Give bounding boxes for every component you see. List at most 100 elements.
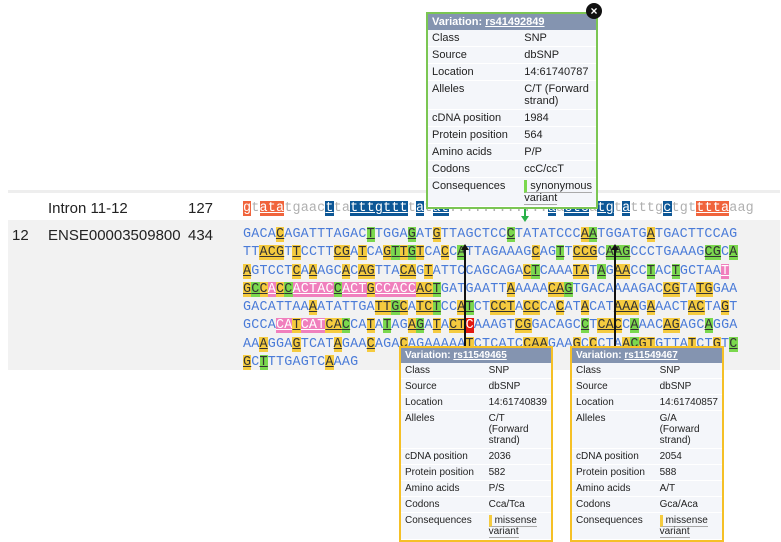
variant-base-highlight[interactable]: C <box>259 281 268 297</box>
variant-base-highlight[interactable]: ACG <box>259 245 285 261</box>
variant-base-highlight[interactable]: G <box>564 281 573 297</box>
variant-base-highlight[interactable]: T <box>465 300 474 316</box>
variant-base-highlight[interactable]: T <box>646 263 656 279</box>
variant-base-highlight[interactable]: T <box>259 355 268 371</box>
variant-base-highlight[interactable]: CCT <box>490 300 515 316</box>
variant-base-highlight[interactable]: C <box>440 245 450 261</box>
variant-base-highlight[interactable]: ACT <box>341 281 367 297</box>
variant-base-highlight[interactable]: CA <box>275 318 293 334</box>
variant-base-highlight[interactable]: A <box>580 300 590 316</box>
consequence-link[interactable]: synonymous variant <box>524 180 592 205</box>
variant-base-highlight[interactable]: C <box>292 263 301 279</box>
variant-id-link[interactable]: rs11549465 <box>453 350 506 361</box>
variant-base-highlight[interactable]: c <box>663 201 672 216</box>
variant-base-highlight[interactable]: C <box>276 281 285 297</box>
consequence-link[interactable]: missense variant <box>488 515 537 538</box>
variant-base-highlight[interactable]: A <box>646 300 656 316</box>
variant-base-highlight[interactable]: CG <box>333 245 351 261</box>
variant-base-highlight[interactable]: A <box>580 227 590 242</box>
variant-base-highlight[interactable]: A <box>333 336 342 352</box>
variant-base-highlight[interactable]: T <box>424 263 433 279</box>
variant-base-highlight[interactable]: C <box>399 300 408 316</box>
consequence-link[interactable]: missense variant <box>659 515 708 538</box>
variant-base-highlight[interactable]: T <box>432 300 441 316</box>
variant-base-highlight[interactable]: A <box>646 227 655 242</box>
variant-base-highlight[interactable]: C <box>284 281 293 297</box>
variant-base-highlight[interactable]: CCACC <box>374 281 417 297</box>
variant-base-highlight[interactable]: C <box>465 318 474 334</box>
close-icon[interactable]: × <box>586 3 602 19</box>
variant-base-highlight[interactable]: CG <box>515 318 532 334</box>
variant-base-highlight[interactable]: ttta <box>696 201 730 216</box>
variant-base-highlight[interactable]: T <box>432 281 441 297</box>
variant-base-highlight[interactable]: T <box>432 318 441 334</box>
variant-base-highlight[interactable]: C <box>251 281 260 297</box>
variant-base-highlight[interactable]: G <box>407 227 417 242</box>
variant-base-highlight[interactable]: ACTAC <box>292 281 334 297</box>
variant-base-highlight[interactable]: T <box>721 263 730 279</box>
variant-base-highlight[interactable]: CAT <box>300 318 326 334</box>
variant-base-highlight[interactable]: T <box>391 245 400 261</box>
variant-base-highlight[interactable]: CCG <box>572 245 598 261</box>
variant-base-highlight[interactable]: G <box>391 300 400 316</box>
variant-base-highlight[interactable]: CC <box>523 300 540 316</box>
variant-base-highlight[interactable]: C <box>506 227 515 242</box>
variant-base-highlight[interactable]: C <box>729 336 738 352</box>
variant-base-highlight[interactable]: A <box>267 281 276 297</box>
variant-base-highlight[interactable]: A <box>506 281 515 297</box>
variant-base-highlight[interactable]: ata <box>259 201 285 216</box>
variant-base-highlight[interactable]: tttgttt <box>350 201 408 216</box>
variant-base-highlight[interactable]: G <box>292 336 301 352</box>
variant-base-highlight[interactable]: G <box>407 245 417 261</box>
variant-base-highlight[interactable]: T <box>531 263 540 279</box>
variant-base-highlight[interactable]: G <box>366 281 375 297</box>
variant-base-highlight[interactable]: CG <box>704 245 722 261</box>
variant-base-highlight[interactable]: CA <box>325 318 342 334</box>
variant-id-link[interactable]: rs41492849 <box>485 16 544 28</box>
variant-base-highlight[interactable]: A <box>325 355 334 371</box>
variant-base-highlight[interactable]: G <box>243 281 252 297</box>
variant-base-highlight[interactable]: AC <box>416 281 433 297</box>
variant-base-highlight[interactable]: A <box>407 318 417 334</box>
variant-base-highlight[interactable]: A <box>243 263 252 279</box>
variant-base-highlight[interactable]: C <box>275 227 285 242</box>
variant-base-highlight[interactable]: CA <box>547 281 565 297</box>
variant-base-highlight[interactable]: A <box>308 263 318 279</box>
variant-base-highlight[interactable]: T <box>399 245 408 261</box>
variant-base-highlight[interactable]: A <box>729 245 738 261</box>
variant-id-link[interactable]: rs11549467 <box>624 350 677 361</box>
variant-base-highlight[interactable]: AG <box>663 318 680 334</box>
variant-base-highlight[interactable]: tg <box>597 201 614 216</box>
variant-base-highlight[interactable]: CA <box>399 263 417 279</box>
variant-base-highlight[interactable]: TG <box>696 281 713 297</box>
variant-base-highlight[interactable]: TA <box>572 263 590 279</box>
variant-base-highlight[interactable]: A <box>704 318 713 334</box>
variant-base-highlight[interactable]: AG <box>358 263 375 279</box>
variant-base-highlight[interactable]: TC <box>416 300 433 316</box>
variant-base-highlight[interactable]: AC <box>688 300 705 316</box>
variant-base-highlight[interactable]: T <box>366 318 375 334</box>
variant-base-highlight[interactable]: C <box>366 336 375 352</box>
variant-base-highlight[interactable]: A <box>341 263 351 279</box>
variant-base-highlight[interactable]: g <box>243 201 252 216</box>
variant-base-highlight[interactable]: T <box>366 227 375 242</box>
variant-base-highlight[interactable]: AAA <box>613 300 639 316</box>
variant-base-highlight[interactable]: A <box>630 318 639 334</box>
variant-base-highlight[interactable]: T <box>358 245 367 261</box>
variant-base-highlight[interactable]: A <box>597 263 606 279</box>
variant-base-highlight[interactable]: A <box>308 300 318 316</box>
variant-base-highlight[interactable]: C <box>531 245 540 261</box>
variant-base-highlight[interactable]: C <box>341 318 351 334</box>
variant-base-highlight[interactable]: CAC <box>597 318 623 334</box>
variant-base-highlight[interactable]: G <box>432 227 441 242</box>
variant-base-highlight[interactable]: C <box>333 281 342 297</box>
variant-base-highlight[interactable]: G <box>243 355 252 371</box>
variant-base-highlight[interactable]: C <box>580 318 590 334</box>
variant-base-highlight[interactable]: T <box>292 318 301 334</box>
variant-base-highlight[interactable]: CG <box>663 281 680 297</box>
variant-base-highlight[interactable]: t <box>325 201 334 216</box>
variant-base-highlight[interactable]: TT <box>374 300 392 316</box>
variant-base-highlight[interactable]: T <box>292 245 301 261</box>
variant-base-highlight[interactable]: A <box>259 336 268 352</box>
variant-base-highlight[interactable]: T <box>671 263 680 279</box>
